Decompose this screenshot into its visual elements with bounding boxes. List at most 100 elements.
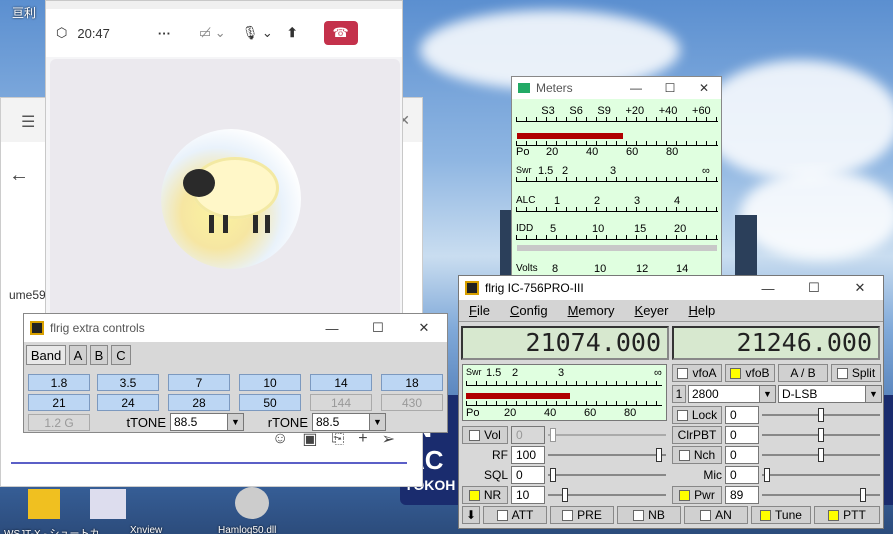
tick-label: 40 <box>586 146 599 158</box>
tick-label: 1.5 <box>538 165 554 177</box>
taskbar-item-label[interactable]: WSJT-X - シュートカ... <box>4 525 108 534</box>
minimize-button[interactable]: — <box>309 314 355 342</box>
band-button-144[interactable]: 144 <box>310 394 372 411</box>
band-button-28[interactable]: 28 <box>168 394 230 411</box>
rf-slider[interactable] <box>548 446 666 464</box>
tick-label: 4 <box>674 195 681 207</box>
band-button-3-5[interactable]: 3.5 <box>97 374 159 391</box>
ptt-button[interactable]: PTT <box>814 506 880 524</box>
menu-icon[interactable]: ☰ <box>21 112 35 132</box>
band-button-18[interactable]: 18 <box>381 374 443 391</box>
an-button[interactable]: AN <box>684 506 748 524</box>
rf-value[interactable]: 100 <box>511 446 545 464</box>
memory-index[interactable]: 1 <box>672 385 686 403</box>
vol-value[interactable]: 0 <box>511 426 545 444</box>
att-button[interactable]: ATT <box>483 506 547 524</box>
tune-button[interactable]: Tune <box>751 506 811 524</box>
call-time: 20:47 <box>77 25 110 41</box>
hang-up-button[interactable]: ☎ <box>323 21 358 45</box>
mic-slider[interactable] <box>762 466 880 484</box>
vfoa-button[interactable]: vfoA <box>672 364 722 382</box>
nr-button[interactable]: NR <box>462 486 508 504</box>
a-b-swap-button[interactable]: A / B <box>778 364 828 382</box>
pre-button[interactable]: PRE <box>550 506 614 524</box>
split-button[interactable]: Split <box>831 364 881 382</box>
bandwidth-select[interactable]: 2800 ▼ <box>688 385 776 403</box>
alc-scale: ALC 1 2 3 4 <box>516 195 718 212</box>
rtone-select[interactable]: 88.5 ▼ <box>312 413 386 431</box>
sql-slider[interactable] <box>548 466 666 484</box>
clrpbt-button[interactable]: ClrPBT <box>672 426 722 444</box>
maximize-button[interactable]: ☐ <box>355 314 401 342</box>
vfo-b-frequency-display[interactable]: 21246.000 <box>672 326 880 360</box>
xnview-icon[interactable] <box>90 489 126 519</box>
menu-memory[interactable]: Memory <box>558 303 625 318</box>
participant-avatar <box>161 129 301 269</box>
menu-config[interactable]: Config <box>500 303 558 318</box>
lock-button[interactable]: Lock <box>672 406 722 424</box>
notch-slider[interactable] <box>762 446 880 464</box>
band-button-21[interactable]: 21 <box>28 394 90 411</box>
hamlog-dll-icon[interactable] <box>235 487 269 519</box>
pbt-slider[interactable] <box>762 426 880 444</box>
tick-label: 80 <box>624 407 637 419</box>
menu-keyer[interactable]: Keyer <box>625 303 679 318</box>
microphone-icon[interactable]: 🎙 ⌄ <box>242 25 273 41</box>
maximize-button[interactable]: ☐ <box>653 77 687 99</box>
band-button-1-2g[interactable]: 1.2 G <box>28 414 90 431</box>
back-arrow-icon[interactable]: ← <box>9 164 29 187</box>
minimize-button[interactable]: — <box>619 77 653 99</box>
nb-button[interactable]: NB <box>617 506 681 524</box>
expand-arrow-icon[interactable]: ⬇ <box>462 506 480 524</box>
ttone-select[interactable]: 88.5 ▼ <box>170 413 244 431</box>
pbt-value[interactable]: 0 <box>725 426 759 444</box>
power-button[interactable]: Pwr <box>672 486 722 504</box>
tab-c[interactable]: C <box>111 345 131 365</box>
wsjtx-icon[interactable] <box>28 489 60 519</box>
tab-b[interactable]: B <box>90 345 108 365</box>
minimize-button[interactable]: — <box>745 276 791 300</box>
lock-slider[interactable] <box>762 406 880 424</box>
band-button-10[interactable]: 10 <box>239 374 301 391</box>
rtone-label: rTONE <box>267 415 308 430</box>
tab-band[interactable]: Band <box>26 345 66 365</box>
band-button-7[interactable]: 7 <box>168 374 230 391</box>
vol-slider[interactable] <box>548 426 666 444</box>
close-button[interactable]: ✕ <box>401 314 447 342</box>
taskbar-item-label[interactable]: Xnview <box>130 525 162 534</box>
maximize-button[interactable]: ☐ <box>791 276 837 300</box>
mode-select[interactable]: D-LSB ▼ <box>778 385 882 403</box>
notch-value[interactable]: 0 <box>725 446 759 464</box>
sql-label: SQL <box>483 468 508 482</box>
more-options-icon[interactable]: ··· <box>158 26 171 41</box>
teams-call-window: ⬡ 20:47 ··· ▭̸ ⌄ 🎙 ⌄ ⬆ ☎ <box>45 0 403 399</box>
power-value[interactable]: 89 <box>725 486 759 504</box>
camera-off-icon[interactable]: ▭̸ ⌄ <box>199 25 226 41</box>
notch-button[interactable]: Nch <box>672 446 722 464</box>
power-slider[interactable] <box>762 486 880 504</box>
band-button-1-8[interactable]: 1.8 <box>28 374 90 391</box>
alc-label: ALC <box>516 195 536 206</box>
sql-value[interactable]: 0 <box>511 466 545 484</box>
band-button-430[interactable]: 430 <box>381 394 443 411</box>
menu-help[interactable]: Help <box>679 303 726 318</box>
close-button[interactable]: ✕ <box>837 276 883 300</box>
lock-value[interactable]: 0 <box>725 406 759 424</box>
taskbar-item-label[interactable]: Hamlog50.dll <box>218 525 276 534</box>
vol-button[interactable]: Vol <box>462 426 508 444</box>
share-screen-icon[interactable]: ⬆ <box>287 25 298 41</box>
nr-value[interactable]: 10 <box>511 486 545 504</box>
band-button-50[interactable]: 50 <box>239 394 301 411</box>
band-button-24[interactable]: 24 <box>97 394 159 411</box>
mic-value[interactable]: 0 <box>725 466 759 484</box>
chevron-down-icon: ▼ <box>865 386 881 402</box>
nr-slider[interactable] <box>548 486 666 504</box>
vfo-a-frequency-display[interactable]: 21074.000 <box>461 326 669 360</box>
vfob-button[interactable]: vfoB <box>725 364 775 382</box>
menu-file[interactable]: File <box>459 303 500 318</box>
tab-a[interactable]: A <box>69 345 87 365</box>
close-button[interactable]: ✕ <box>687 77 721 99</box>
desktop-edge-text: 亘利 <box>12 6 37 20</box>
call-stage <box>50 59 400 399</box>
band-button-14[interactable]: 14 <box>310 374 372 391</box>
